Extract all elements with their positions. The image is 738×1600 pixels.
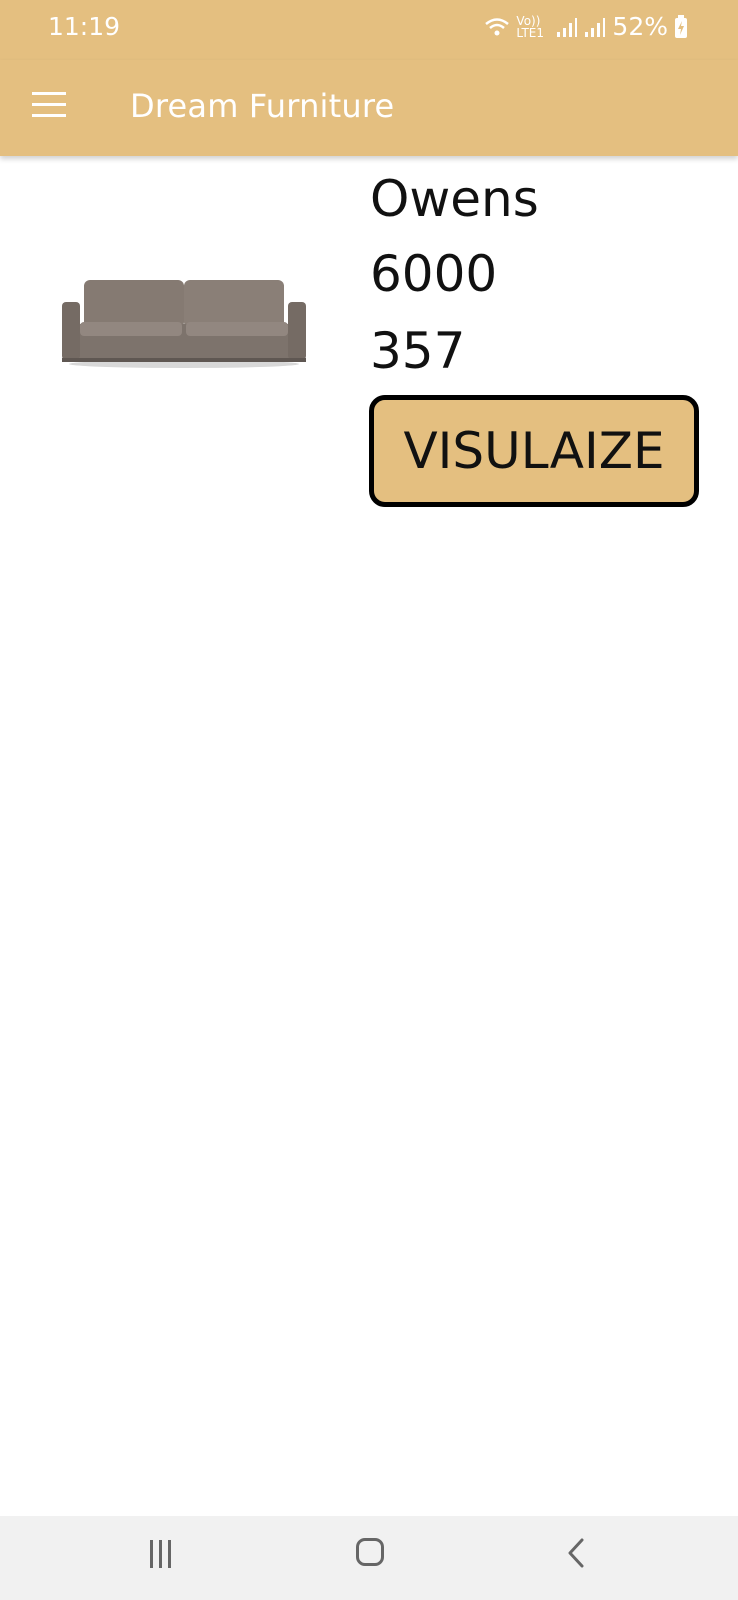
network-label: Vo)) LTE1 <box>516 13 545 40</box>
product-price: 6000 <box>370 245 498 303</box>
recents-icon[interactable] <box>150 1540 174 1568</box>
back-icon[interactable] <box>565 1537 587 1569</box>
wifi-icon <box>485 17 510 35</box>
battery-percent: 52% <box>612 12 668 41</box>
status-time: 11:19 <box>48 12 121 41</box>
visualize-button[interactable]: VISULAIZE <box>369 395 699 507</box>
status-bar: 11:19 Vo)) LTE1 52% <box>0 0 738 60</box>
sofa-image <box>62 280 306 368</box>
signal-icon-2 <box>585 17 606 37</box>
signal-icon-1 <box>557 17 578 37</box>
app-title: Dream Furniture <box>130 87 395 125</box>
product-name: Owens <box>370 170 539 228</box>
hamburger-menu-icon[interactable] <box>32 92 66 122</box>
status-icons: Vo)) LTE1 52% <box>484 12 688 41</box>
home-icon[interactable] <box>356 1538 384 1566</box>
product-code: 357 <box>370 322 466 380</box>
battery-icon <box>675 14 687 38</box>
